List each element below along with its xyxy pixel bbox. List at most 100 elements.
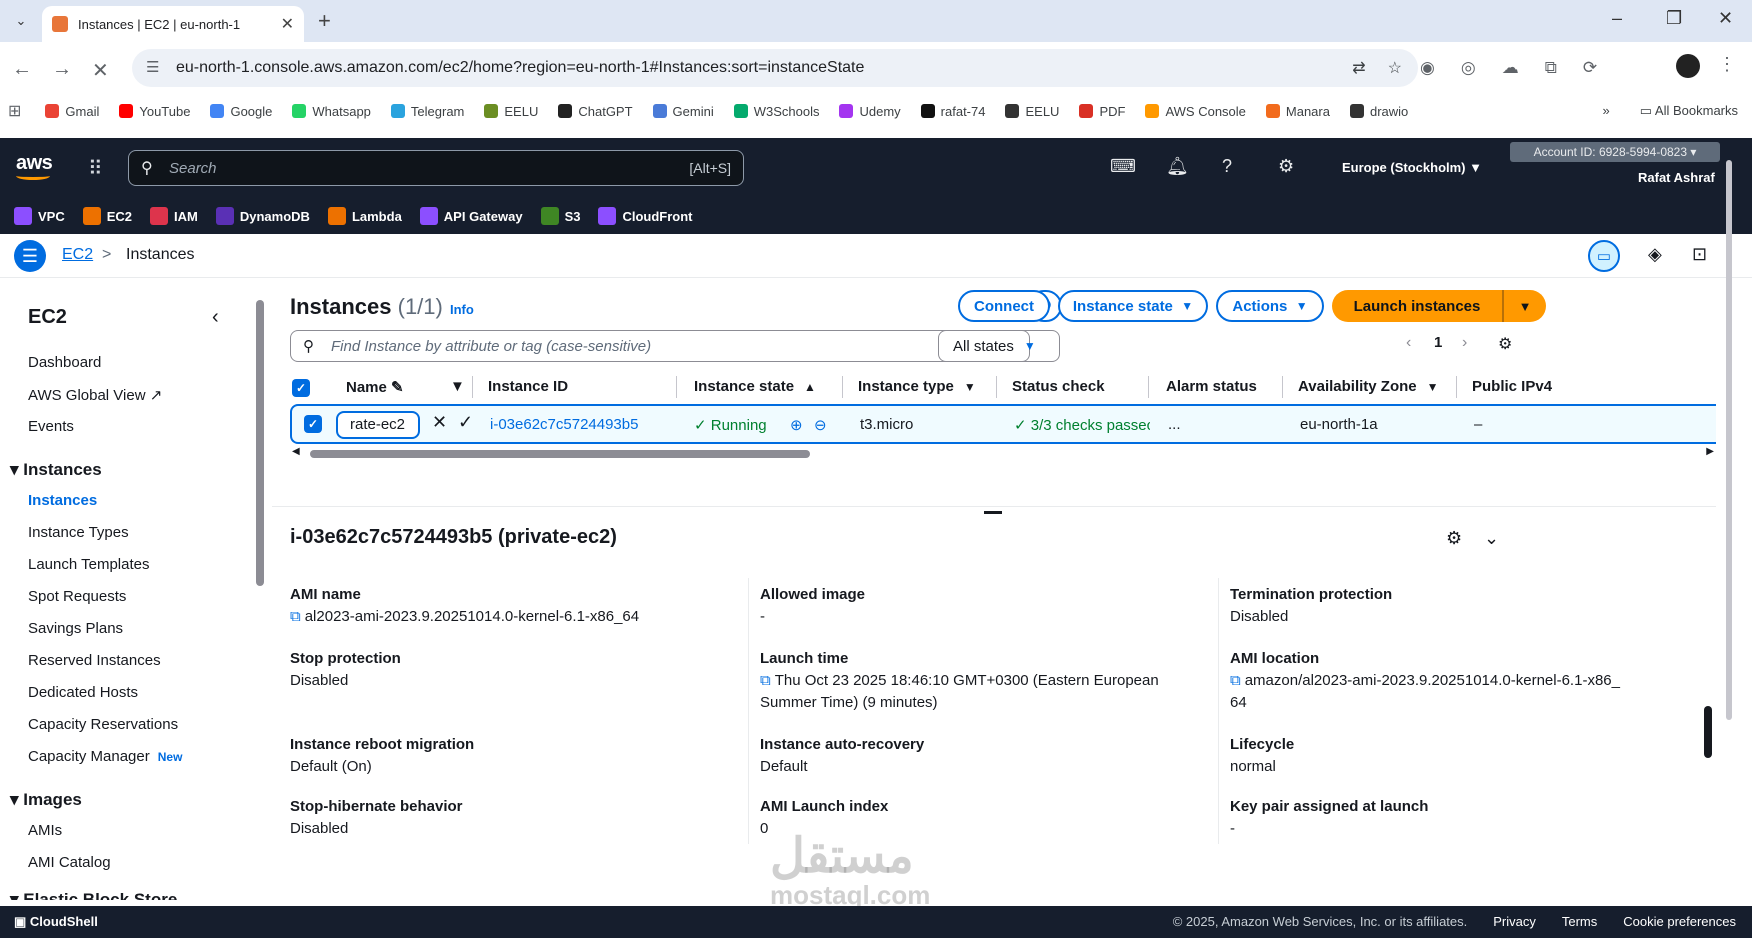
cloudshell-button[interactable]: ▣ CloudShell	[14, 914, 98, 930]
next-page-icon[interactable]: ›	[1462, 334, 1467, 352]
region-selector[interactable]: Europe (Stockholm) ▼	[1342, 160, 1482, 175]
favorite-service-s3[interactable]: S3	[540, 207, 580, 225]
column-name[interactable]: Name ✎	[346, 378, 404, 396]
aws-logo[interactable]: aws	[16, 152, 53, 180]
page-number[interactable]: 1	[1434, 334, 1442, 351]
table-horizontal-scrollbar[interactable]: ◀ ▶	[290, 446, 1716, 460]
copy-icon[interactable]: ⧉	[1230, 672, 1241, 689]
column-instance-state[interactable]: Instance state ▲	[694, 378, 816, 395]
bookmark-item[interactable]: Manara	[1265, 104, 1330, 119]
alarm-status-cell[interactable]: ...	[1168, 416, 1181, 433]
bookmark-item[interactable]: ChatGPT	[558, 104, 633, 119]
back-icon[interactable]: ←	[12, 58, 32, 81]
breadcrumb-ec2-link[interactable]: EC2	[62, 246, 93, 264]
sidebar-item-capacity-manager[interactable]: Capacity Manager New	[28, 748, 182, 765]
instance-id-link[interactable]: i-03e62c7c5724493b5	[490, 416, 638, 433]
zoom-in-icon[interactable]: ⊕	[790, 416, 803, 434]
sidebar-collapse-icon[interactable]: ‹	[212, 306, 219, 329]
zoom-out-icon[interactable]: ⊖	[814, 416, 827, 434]
copy-icon[interactable]: ⧉	[760, 672, 771, 689]
sidebar-section-instances[interactable]: ▾ Instances	[10, 460, 102, 480]
bookmark-item[interactable]: EELU	[1005, 104, 1059, 119]
side-nav-toggle-icon[interactable]: ☰	[14, 240, 46, 272]
scroll-left-icon[interactable]: ◀	[292, 446, 300, 457]
all-bookmarks-folder[interactable]: ▭ All Bookmarks	[1640, 103, 1738, 119]
bookmark-item[interactable]: Udemy	[839, 104, 901, 119]
split-panel-toggle-icon[interactable]: ▭	[1588, 240, 1620, 272]
read-aloud-icon[interactable]: ◉	[1420, 58, 1435, 78]
column-instance-id[interactable]: Instance ID	[488, 378, 568, 395]
column-availability-zone[interactable]: Availability Zone ▼	[1298, 378, 1439, 395]
sidebar-item-spot-requests[interactable]: Spot Requests	[28, 588, 126, 605]
cloudshell-icon[interactable]: ⌨	[1110, 156, 1136, 177]
sidebar-item-dashboard[interactable]: Dashboard	[28, 354, 101, 371]
sidebar-section-images[interactable]: ▾ Images	[10, 790, 82, 810]
favorite-service-cloudfront[interactable]: CloudFront	[598, 207, 693, 225]
translate-icon[interactable]: ⇄	[1352, 58, 1365, 78]
minimize-icon[interactable]: –	[1612, 8, 1622, 29]
prev-page-icon[interactable]: ‹	[1406, 334, 1411, 352]
bookmark-item[interactable]: AWS Console	[1145, 104, 1246, 119]
forward-icon[interactable]: →	[52, 58, 72, 81]
stop-loading-icon[interactable]: ✕	[92, 58, 109, 83]
states-select[interactable]: All states ▼	[938, 330, 1060, 362]
sidebar-item-instances[interactable]: Instances	[28, 492, 97, 509]
notifications-bell-icon[interactable]: 🔔︎	[1166, 156, 1189, 177]
bookmark-item[interactable]: YouTube	[119, 104, 190, 119]
launch-dropdown-icon[interactable]: ▼	[1504, 299, 1546, 314]
bookmark-star-icon[interactable]: ☆	[1388, 58, 1402, 78]
sidebar-item-instance-types[interactable]: Instance Types	[28, 524, 129, 541]
favorite-service-lambda[interactable]: Lambda	[327, 207, 402, 225]
privacy-link[interactable]: Privacy	[1493, 914, 1536, 929]
services-grid-icon[interactable]: ⠿	[88, 156, 103, 181]
help-panel-icon[interactable]: ⊡	[1692, 244, 1707, 265]
cloud-icon[interactable]: ☁	[1502, 58, 1519, 78]
site-info-icon[interactable]: ☰	[146, 58, 159, 76]
info-link[interactable]: Info	[450, 302, 474, 317]
browser-menu-icon[interactable]: ⋮	[1718, 54, 1736, 75]
details-settings-gear-icon[interactable]: ⚙	[1446, 528, 1462, 549]
actions-button[interactable]: Actions ▼	[1216, 290, 1324, 322]
terms-link[interactable]: Terms	[1562, 914, 1597, 929]
instance-filter-input[interactable]: ⚲ Find Instance by attribute or tag (cas…	[290, 330, 1030, 362]
account-id-badge[interactable]: Account ID: 6928-5994-0823 ▾	[1510, 142, 1720, 162]
bookmark-item[interactable]: Gmail	[45, 104, 99, 119]
help-icon[interactable]: ?	[1222, 156, 1232, 177]
column-status-check[interactable]: Status check	[1012, 378, 1105, 395]
sidebar-item-dedicated-hosts[interactable]: Dedicated Hosts	[28, 684, 138, 701]
table-preferences-gear-icon[interactable]: ⚙	[1498, 334, 1512, 354]
sidebar-item-savings-plans[interactable]: Savings Plans	[28, 620, 123, 637]
confirm-edit-icon[interactable]: ✓	[458, 412, 473, 433]
tab-search-icon[interactable]: ⌄	[8, 8, 34, 34]
address-bar[interactable]: ☰ eu-north-1.console.aws.amazon.com/ec2/…	[132, 49, 1418, 87]
table-row[interactable]: ✓ rate-ec2 ✕ ✓ i-03e62c7c5724493b5 ✓ Run…	[290, 404, 1716, 444]
bookmark-item[interactable]: W3Schools	[733, 104, 819, 119]
bookmark-item[interactable]: Whatsapp	[292, 104, 371, 119]
favorite-service-dynamodb[interactable]: DynamoDB	[215, 207, 310, 225]
sidebar-section-ebs[interactable]: ▾ Elastic Block Store	[10, 890, 177, 900]
bookmark-item[interactable]: Google	[210, 104, 272, 119]
extensions-icon[interactable]: ⧉	[1545, 58, 1557, 78]
favorite-service-api-gateway[interactable]: API Gateway	[419, 207, 523, 225]
favorite-service-iam[interactable]: IAM	[150, 207, 198, 225]
copy-icon[interactable]: ⧉	[290, 608, 301, 625]
sidebar-item-global-view[interactable]: AWS Global View ↗	[28, 386, 162, 404]
bookmark-item[interactable]: drawio	[1349, 104, 1408, 119]
sidebar-item-amis[interactable]: AMIs	[28, 822, 62, 839]
user-name[interactable]: Rafat Ashraf	[1638, 170, 1715, 185]
column-public-ipv4[interactable]: Public IPv4	[1472, 378, 1552, 395]
tab-close-icon[interactable]: ✕	[281, 14, 294, 34]
column-instance-type[interactable]: Instance type ▼	[858, 378, 976, 395]
more-bookmarks-icon[interactable]: »	[1603, 103, 1610, 119]
page-scrollbar[interactable]	[1726, 160, 1732, 720]
window-close-icon[interactable]: ✕	[1718, 8, 1733, 29]
aws-search-input[interactable]: ⚲ Search [Alt+S]	[128, 150, 744, 186]
details-scrollbar[interactable]	[1704, 706, 1712, 758]
scroll-right-icon[interactable]: ▶	[1706, 446, 1714, 457]
details-collapse-chevron-icon[interactable]: ⌄	[1484, 528, 1499, 549]
browser-tab[interactable]: Instances | EC2 | eu-north-1 ✕	[42, 6, 304, 42]
new-tab-icon[interactable]: +	[318, 8, 331, 34]
favorite-service-vpc[interactable]: VPC	[14, 207, 65, 225]
sidebar-item-launch-templates[interactable]: Launch Templates	[28, 556, 149, 573]
select-all-checkbox[interactable]: ✓	[292, 379, 310, 397]
